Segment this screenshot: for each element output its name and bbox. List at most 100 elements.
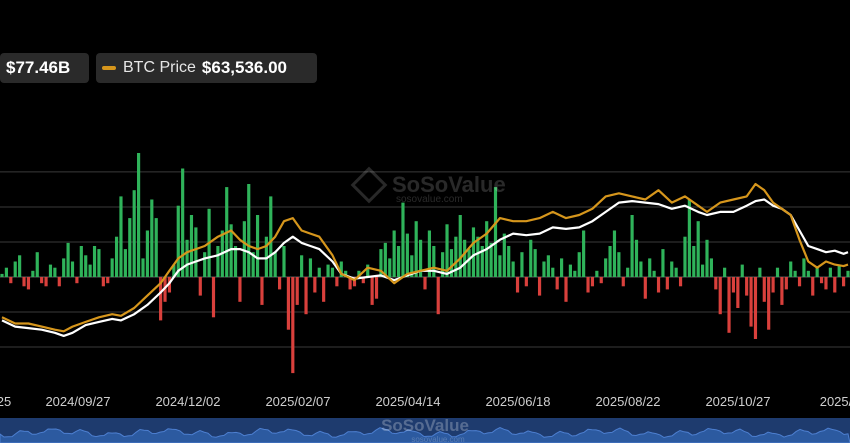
inflow-bar: [789, 261, 793, 277]
outflow-bar: [291, 277, 295, 374]
outflow-bar: [727, 277, 731, 333]
inflow-bar: [709, 258, 713, 277]
inflow-bar: [705, 239, 709, 277]
inflow-bar: [53, 267, 57, 277]
inflow-bar: [630, 215, 634, 277]
inflow-bar: [546, 255, 550, 277]
outflow-bar: [599, 277, 603, 284]
inflow-bar: [793, 270, 797, 277]
inflow-bar: [141, 258, 145, 277]
range-navigator[interactable]: SoSoValuesosovalue.com: [0, 416, 850, 443]
inflow-bar: [388, 258, 392, 277]
watermark-logo-icon: [350, 166, 388, 204]
inflow-bar: [269, 196, 273, 277]
outflow-bar: [762, 277, 766, 302]
x-tick-label: 2025/06/18: [485, 394, 550, 409]
outflow-bar: [40, 277, 44, 284]
outflow-bar: [57, 277, 61, 287]
inflow-bar: [154, 218, 158, 277]
inflow-bar: [617, 252, 621, 277]
inflow-bar: [652, 270, 656, 277]
outflow-bar: [515, 277, 520, 293]
inflow-bar: [150, 199, 154, 277]
inflow-bar: [317, 267, 321, 277]
inflow-bar: [648, 258, 652, 277]
inflow-bar: [326, 264, 330, 277]
btc-price-badge[interactable]: BTC Price $63,536.00: [96, 53, 317, 83]
outflow-bar: [767, 277, 771, 330]
x-tick-label: 2024/09/27: [45, 394, 110, 409]
inflow-bar: [203, 252, 207, 277]
x-tick-label: 2025/04/14: [375, 394, 440, 409]
outflow-bar: [643, 277, 647, 299]
inflow-bar: [181, 168, 185, 277]
inflow-bar: [775, 267, 780, 277]
inflow-bar: [683, 236, 687, 277]
outflow-bar: [656, 277, 661, 293]
inflow-bar: [582, 230, 586, 277]
x-tick-label: 25: [0, 394, 11, 409]
outflow-bar: [736, 277, 740, 308]
outflow-bar: [370, 277, 374, 305]
outflow-bar: [211, 277, 216, 318]
outflow-bar: [824, 277, 828, 290]
outflow-bar: [322, 277, 326, 302]
inflow-bar: [31, 270, 35, 277]
inflow-bar: [300, 255, 304, 277]
inflow-bar: [608, 246, 612, 277]
outflow-bar: [101, 277, 105, 287]
inflow-bar: [401, 202, 405, 277]
outflow-bar: [586, 277, 590, 293]
outflow-bar: [44, 277, 48, 287]
inflow-bar: [308, 258, 313, 277]
x-tick-label: 2025/: [820, 394, 850, 409]
inflow-bar: [520, 252, 524, 277]
inflow-bar: [626, 267, 630, 277]
outflow-bar: [524, 277, 528, 287]
outflow-bar: [295, 277, 299, 305]
outflow-bar: [714, 277, 718, 290]
inflow-bar: [687, 199, 691, 277]
inflow-bar: [573, 270, 577, 277]
inflow-bar: [405, 233, 409, 277]
inflow-bar: [145, 230, 149, 277]
inflow-bar: [674, 267, 678, 277]
inflow-bar: [533, 249, 537, 277]
inflow-bar: [476, 236, 480, 277]
outflow-bar: [423, 277, 427, 290]
outflow-bar: [286, 277, 290, 330]
inflow-bar: [18, 255, 22, 277]
outflow-bar: [260, 277, 264, 305]
inflow-bar: [128, 218, 132, 277]
inflow-bar: [392, 230, 396, 277]
x-tick-label: 2025/10/27: [705, 394, 770, 409]
inflow-bar: [48, 264, 53, 277]
inflow-bar: [577, 252, 581, 277]
outflow-bar: [590, 277, 595, 287]
x-tick-label: 2025/08/22: [595, 394, 660, 409]
inflow-bar: [137, 153, 141, 277]
outflow-bar: [842, 277, 846, 287]
outflow-bar: [555, 277, 559, 290]
inflow-bar: [639, 261, 643, 277]
inflow-bar: [595, 270, 599, 277]
inflow-bar: [723, 267, 727, 277]
inflow-bar: [233, 246, 238, 277]
inflow-bar: [815, 267, 819, 277]
flow-value-badge: $77.46B: [0, 53, 89, 83]
inflow-bar: [507, 246, 511, 277]
btc-price-label: BTC Price: [123, 59, 196, 76]
inflow-bar: [846, 270, 850, 277]
inflow-bar: [92, 246, 97, 277]
inflow-bar: [185, 239, 189, 277]
outflow-bar: [374, 277, 379, 299]
inflow-bar: [560, 258, 564, 277]
inflow-bar: [612, 230, 617, 277]
x-tick-label: 2025/02/07: [265, 394, 330, 409]
inflow-bar: [542, 261, 546, 277]
outflow-bar: [238, 277, 242, 302]
outflow-bar: [811, 277, 815, 296]
inflow-bar: [13, 261, 17, 277]
outflow-bar: [718, 277, 722, 315]
inflow-bar: [282, 246, 286, 277]
